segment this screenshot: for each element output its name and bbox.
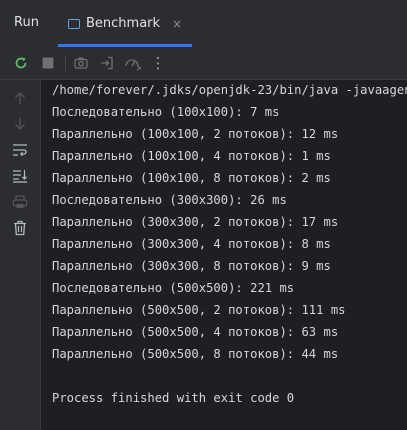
run-config-icon (68, 18, 80, 29)
tool-window-header: Run Benchmark × (0, 0, 407, 47)
console-side-toolbar (0, 80, 41, 430)
console-line: Параллельно (300x300, 8 потоков): 9 ms (52, 259, 331, 273)
stop-icon[interactable] (38, 53, 58, 73)
console-line: Параллельно (100x100, 8 потоков): 2 ms (52, 171, 331, 185)
more-icon[interactable]: ⋮ (148, 53, 168, 73)
run-toolbar: ⋮ (0, 47, 407, 80)
rerun-icon[interactable] (11, 53, 31, 73)
console-line: Последовательно (500x500): 221 ms (52, 281, 295, 295)
soft-wrap-icon[interactable] (10, 140, 30, 160)
console-line: Последовательно (300x300): 26 ms (52, 193, 287, 207)
screenshot-icon[interactable] (71, 53, 91, 73)
console-line: Параллельно (500x500, 4 потоков): 63 ms (52, 325, 339, 339)
console-output[interactable]: /home/forever/.jdks/openjdk-23/bin/java … (41, 80, 407, 430)
profiler-icon[interactable] (123, 53, 143, 73)
tab-label: Benchmark (86, 16, 161, 31)
console-line: Параллельно (500x500, 2 потоков): 111 ms (52, 303, 346, 317)
scroll-up-icon[interactable] (10, 88, 30, 108)
console-line: Параллельно (300x300, 2 потоков): 17 ms (52, 215, 339, 229)
tab-benchmark[interactable]: Benchmark × (58, 0, 193, 47)
console-line: Параллельно (100x100, 2 потоков): 12 ms (52, 127, 339, 141)
scroll-to-end-icon[interactable] (10, 166, 30, 186)
console-line: Параллельно (300x300, 4 потоков): 8 ms (52, 237, 331, 251)
print-icon[interactable] (10, 192, 30, 212)
run-tool-window-title: Run (14, 15, 39, 30)
console-line-exit-status: Process finished with exit code 0 (52, 391, 295, 405)
console-line-command: /home/forever/.jdks/openjdk-23/bin/java … (52, 83, 407, 97)
console-line: Параллельно (100x100, 4 потоков): 1 ms (52, 149, 331, 163)
clear-icon[interactable] (10, 218, 30, 238)
scroll-down-icon[interactable] (10, 114, 30, 134)
console-line: Последовательно (100x100): 7 ms (52, 105, 280, 119)
toolbar-separator (65, 55, 66, 71)
console-line: Параллельно (500x500, 8 потоков): 44 ms (52, 347, 339, 361)
close-icon[interactable]: × (172, 17, 182, 31)
exit-icon[interactable] (97, 53, 117, 73)
